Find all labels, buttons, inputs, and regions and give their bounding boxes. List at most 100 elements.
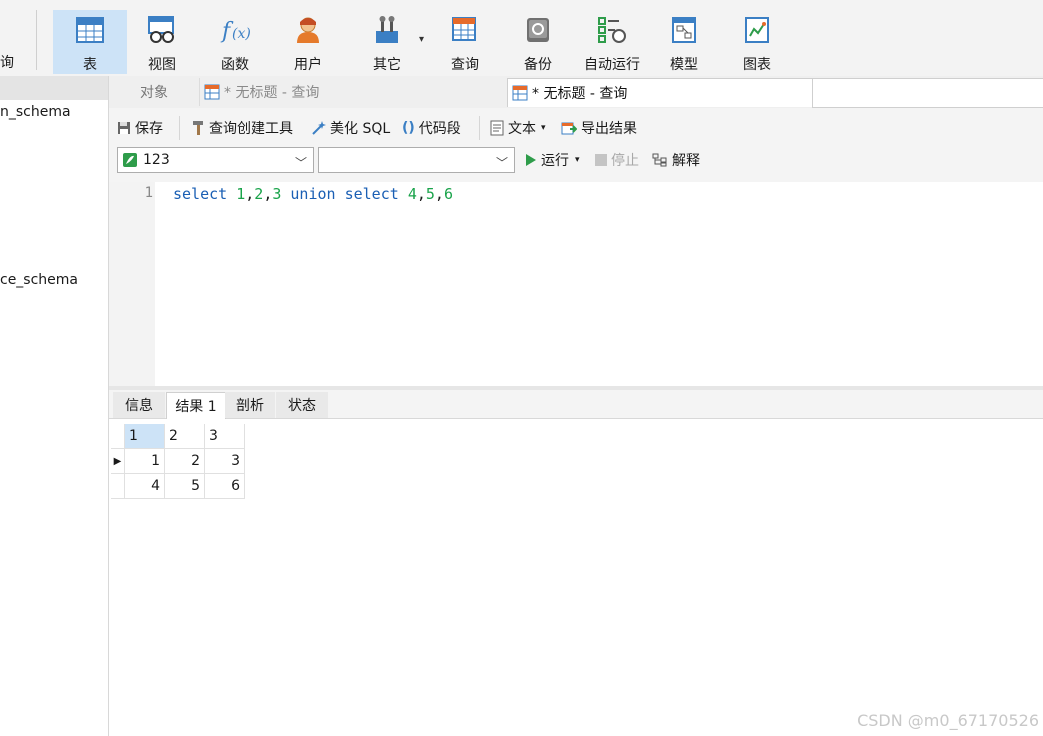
toolbar-partial-label: 询	[0, 55, 14, 71]
text-button[interactable]: 文本 ▾	[490, 118, 546, 138]
beautify-sql-button[interactable]: 美化 SQL	[310, 118, 390, 138]
braces-icon: ()	[402, 120, 415, 136]
sql-punctuation: ,	[263, 185, 273, 203]
table-cell[interactable]: 4	[125, 474, 165, 499]
toolbar-automation-button[interactable]: 自动运行	[576, 10, 648, 74]
document-tabs: 对象 * 无标题 - 查询 * 无标题 - 查询	[109, 76, 1043, 108]
save-label: 保存	[135, 121, 163, 137]
table-cell[interactable]: 3	[205, 449, 245, 474]
run-label: 运行	[541, 153, 569, 169]
export-icon	[561, 120, 577, 136]
query-tab-icon	[204, 84, 220, 100]
connection-select[interactable]: 123 ﹀	[117, 147, 314, 173]
backup-icon	[522, 14, 554, 46]
toolbar-table-label: 表	[83, 57, 97, 73]
tab-profile-label: 剖析	[236, 398, 264, 414]
sql-number: 4	[407, 185, 417, 203]
sql-punctuation: ,	[434, 185, 444, 203]
column-header[interactable]: 2	[165, 424, 205, 449]
result-tabs: 信息 结果 1 剖析 状态	[109, 390, 1043, 419]
toolbar-automation-label: 自动运行	[584, 57, 640, 73]
current-row-arrow-icon: ▶	[113, 455, 122, 467]
toolbar-other-button[interactable]: 其它	[354, 10, 420, 74]
tab-objects-label: 对象	[140, 85, 168, 101]
tab-query-label: * 无标题 - 查询	[532, 86, 628, 102]
toolbar-backup-button[interactable]: 备份	[508, 10, 568, 74]
stop-icon	[595, 154, 607, 166]
toolbar-model-label: 模型	[670, 57, 698, 73]
toolbar-user-label: 用户	[294, 57, 322, 73]
table-cell[interactable]: 5	[165, 474, 205, 499]
table-cell[interactable]: 2	[165, 449, 205, 474]
user-icon	[292, 14, 324, 46]
toolbar-chart-button[interactable]: 图表	[728, 10, 786, 74]
chart-icon	[741, 14, 773, 46]
tab-objects[interactable]: 对象	[109, 78, 199, 106]
query-builder-label: 查询创建工具	[209, 121, 293, 137]
model-icon	[668, 14, 700, 46]
column-header[interactable]: 3	[205, 424, 245, 449]
sql-code-line[interactable]: select 1,2,3 union select 4,5,6	[173, 185, 453, 203]
column-header[interactable]: 1	[125, 424, 165, 449]
text-label: 文本	[508, 121, 536, 137]
sql-keyword: union select	[281, 185, 408, 203]
tab-status-label: 状态	[288, 398, 316, 414]
row-selector[interactable]	[111, 474, 125, 499]
toolbar-view-button[interactable]: 视图	[128, 10, 196, 74]
toolbar-divider	[479, 116, 480, 140]
code-snippet-button[interactable]: () 代码段	[402, 118, 461, 138]
tab-result-label: 结果 1	[175, 399, 217, 415]
main-toolbar: 询 表 视图 f (x) 函数 用户 其它 ▾ 查询 备份 自动运行 模型 图表	[0, 0, 1043, 76]
tab-profile[interactable]: 剖析	[225, 392, 275, 418]
query-toolbar: 保存 查询创建工具 美化 SQL () 代码段 文本 ▾ 导出结果 123 ﹀ …	[109, 108, 1043, 182]
connection-value: 123	[143, 152, 170, 168]
sidebar-item-schema[interactable]: ce_schema	[0, 272, 78, 288]
toolbar-view-label: 视图	[148, 57, 176, 73]
tab-query-untitled-active[interactable]: * 无标题 - 查询	[507, 78, 815, 107]
explain-button[interactable]: 解释	[652, 150, 700, 170]
watermark: CSDN @m0_67170526	[857, 711, 1039, 730]
stop-button[interactable]: 停止	[595, 150, 639, 170]
save-button[interactable]: 保存	[117, 118, 163, 138]
toolbar-table-button[interactable]: 表	[53, 10, 127, 74]
sql-punctuation: ,	[416, 185, 426, 203]
explain-icon	[652, 153, 668, 167]
tab-info-label: 信息	[125, 398, 153, 414]
sidebar-item-schema[interactable]: n_schema	[0, 104, 71, 120]
chevron-down-icon[interactable]: ▾	[419, 34, 424, 45]
tools-icon	[371, 14, 403, 46]
table-cell[interactable]: 6	[205, 474, 245, 499]
table-cell[interactable]: 1	[125, 449, 165, 474]
query-tab-icon	[512, 85, 528, 101]
run-button[interactable]: 运行 ▾	[525, 150, 580, 170]
sql-editor[interactable]: 1 select 1,2,3 union select 4,5,6	[109, 182, 1043, 386]
query-builder-button[interactable]: 查询创建工具	[191, 118, 293, 138]
connection-icon	[123, 153, 137, 167]
toolbar-other-label: 其它	[373, 57, 401, 73]
toolbar-separator	[36, 10, 37, 70]
export-results-button[interactable]: 导出结果	[561, 118, 637, 138]
tab-info[interactable]: 信息	[113, 392, 165, 418]
sql-number: 2	[254, 185, 264, 203]
toolbar-function-label: 函数	[221, 57, 249, 73]
tab-status[interactable]: 状态	[276, 392, 328, 418]
tab-result-1[interactable]: 结果 1	[166, 392, 226, 419]
toolbar-function-button[interactable]: f (x) 函数	[202, 10, 268, 74]
toolbar-user-button[interactable]: 用户	[276, 10, 340, 74]
play-icon	[525, 153, 537, 167]
database-select[interactable]: ﹀	[318, 147, 515, 173]
search-input[interactable]	[812, 78, 1043, 108]
toolbar-query-label: 查询	[451, 57, 479, 73]
hammer-icon	[191, 120, 205, 136]
line-number-gutter	[109, 182, 155, 386]
toolbar-model-button[interactable]: 模型	[656, 10, 712, 74]
save-icon	[117, 121, 131, 135]
export-results-label: 导出结果	[581, 121, 637, 137]
tab-query-untitled[interactable]: * 无标题 - 查询	[199, 78, 512, 106]
toolbar-backup-label: 备份	[524, 57, 552, 73]
toolbar-query-button[interactable]: 查询	[434, 10, 496, 74]
svg-text:(x): (x)	[232, 26, 250, 42]
document-icon	[490, 120, 504, 136]
chevron-down-icon: ﹀	[495, 156, 508, 170]
row-selector[interactable]: ▶	[111, 449, 125, 474]
